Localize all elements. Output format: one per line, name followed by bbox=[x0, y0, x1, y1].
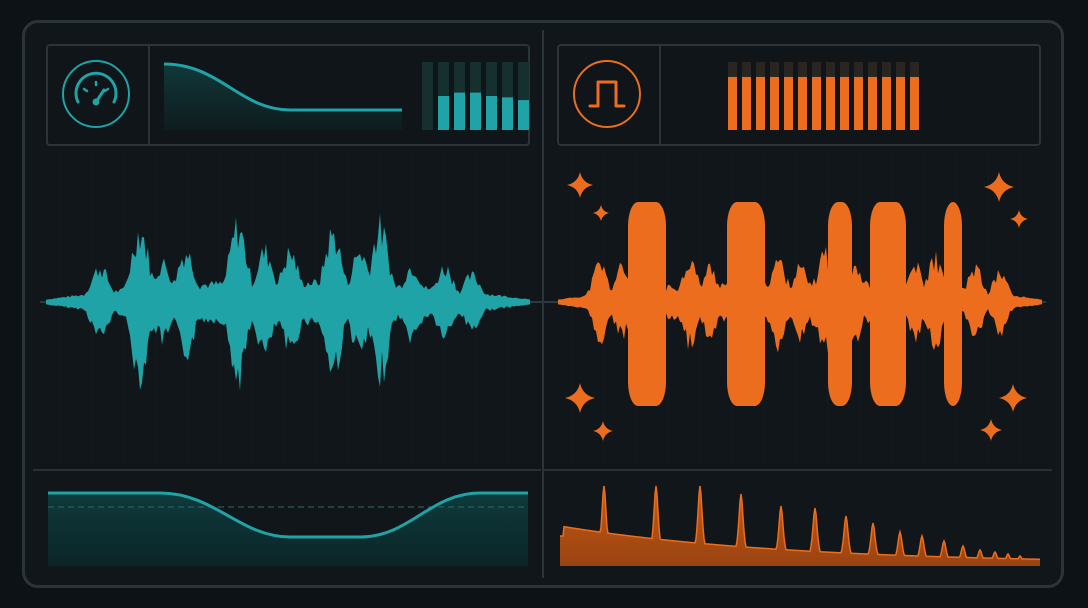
meter-bar bbox=[854, 76, 863, 130]
meter-bar bbox=[826, 76, 835, 130]
sparkle-icon bbox=[980, 419, 1002, 441]
square-pulse bbox=[828, 202, 852, 406]
square-pulse bbox=[727, 202, 765, 406]
meter-bar bbox=[502, 97, 513, 130]
waveform-shape bbox=[46, 213, 530, 392]
meter-bar bbox=[798, 76, 807, 130]
meter-bar bbox=[486, 96, 497, 130]
sparkle-icon bbox=[999, 384, 1027, 412]
meter-bar bbox=[742, 76, 751, 130]
square-pulse bbox=[628, 202, 666, 406]
meter-bar bbox=[910, 76, 919, 130]
square-pulse bbox=[944, 202, 962, 406]
left-waveform bbox=[46, 213, 530, 392]
right-footer-spectrum bbox=[560, 485, 1041, 566]
envelope-curve-fill bbox=[164, 64, 402, 130]
meter-track bbox=[422, 62, 433, 130]
visualizer-canvas bbox=[40, 62, 1046, 566]
right-waveform bbox=[558, 202, 1042, 406]
sparkle-icon bbox=[567, 172, 593, 198]
meter-bar bbox=[518, 100, 529, 130]
meter-bar bbox=[470, 92, 481, 130]
left-footer-curve bbox=[48, 491, 528, 566]
meter-bar bbox=[454, 92, 465, 130]
meter-bar bbox=[728, 76, 737, 130]
audio-visualizer-app bbox=[0, 0, 1088, 608]
sparkle-icon bbox=[1010, 210, 1028, 228]
meter-bar bbox=[756, 76, 765, 130]
square-pulse bbox=[870, 202, 906, 406]
meter-bar bbox=[840, 76, 849, 130]
sparkle-icon bbox=[593, 421, 613, 441]
sparkle-icon bbox=[593, 205, 609, 221]
sparkle-icon bbox=[565, 383, 595, 413]
meter-bar bbox=[770, 76, 779, 130]
meter-bar bbox=[896, 76, 905, 130]
meter-bar bbox=[812, 76, 821, 130]
meter-bar bbox=[784, 76, 793, 130]
spectrum-area bbox=[560, 486, 1040, 566]
meter-bar bbox=[882, 76, 891, 130]
meter-bar bbox=[438, 96, 449, 130]
right-level-meter bbox=[728, 62, 919, 130]
left-level-meter bbox=[422, 62, 529, 130]
meter-bar bbox=[868, 76, 877, 130]
